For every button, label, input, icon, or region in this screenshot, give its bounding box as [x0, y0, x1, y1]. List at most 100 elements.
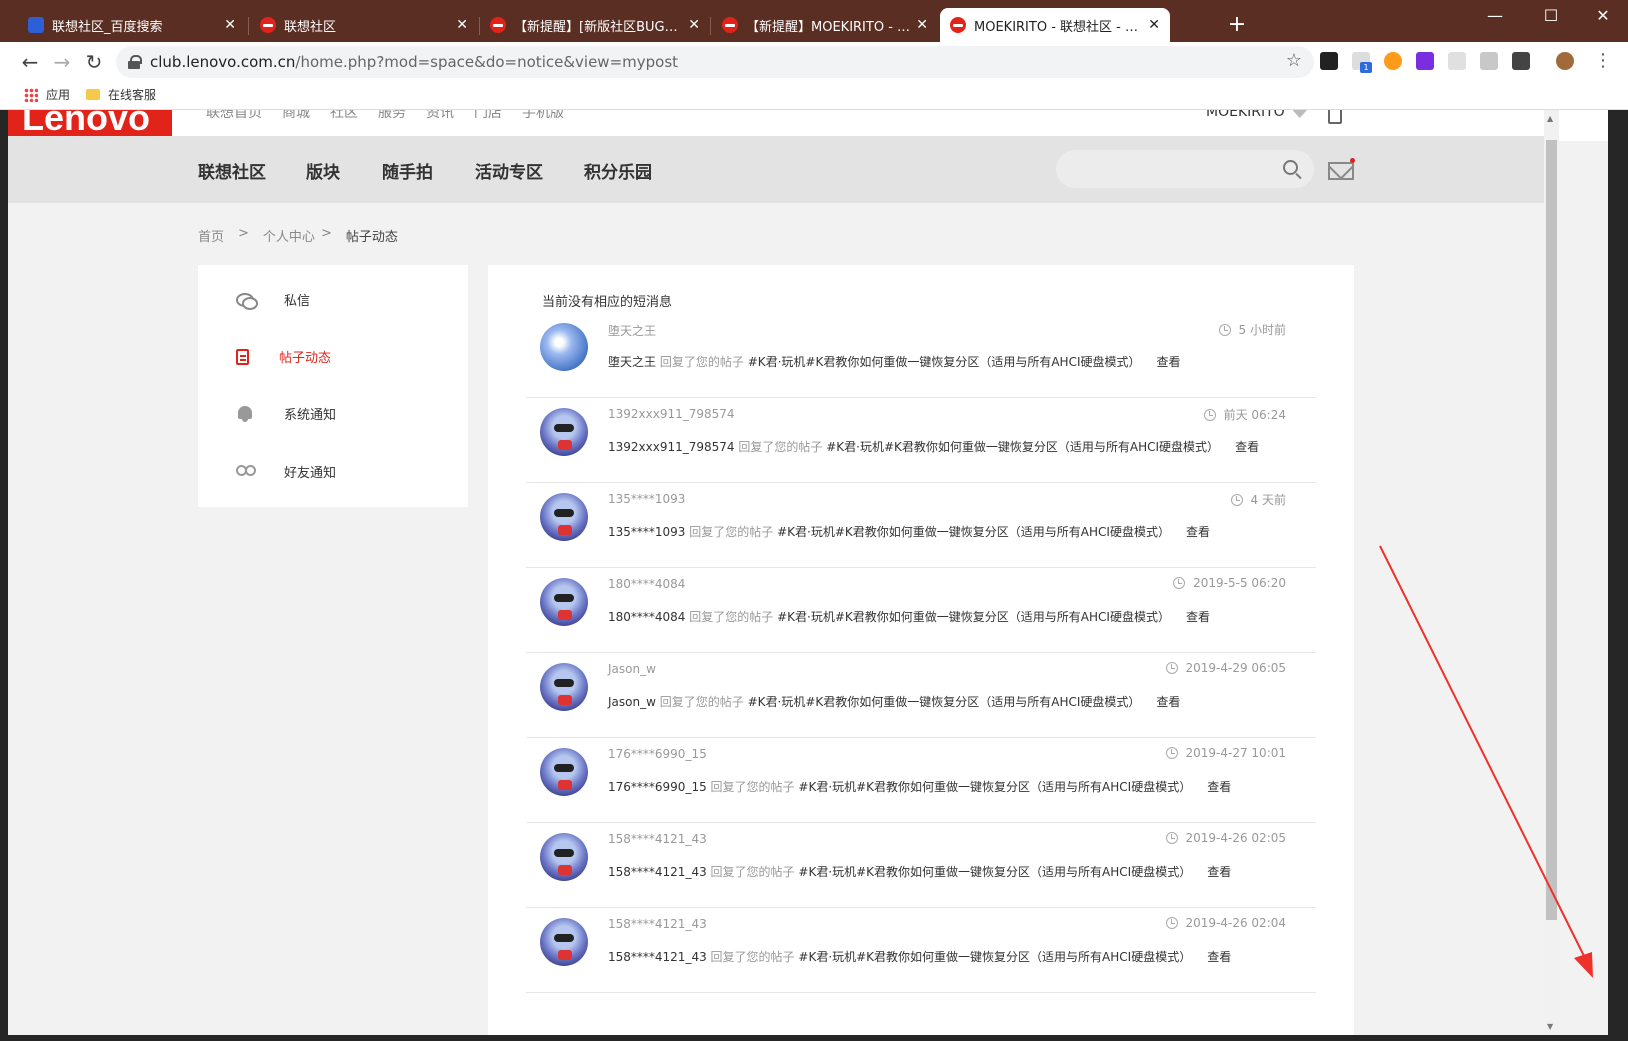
- notice-subject-link[interactable]: #K君·玩机#K君教你如何重做一键恢复分区（适用与所有AHCI硬盘模式）: [798, 780, 1191, 794]
- notice-subject-link[interactable]: #K君·玩机#K君教你如何重做一键恢复分区（适用与所有AHCI硬盘模式）: [748, 355, 1141, 369]
- top-link[interactable]: 服务: [378, 110, 406, 120]
- notice-username[interactable]: 158****4121_43: [608, 832, 707, 846]
- notice-subject-link[interactable]: #K君·玩机#K君教你如何重做一键恢复分区（适用与所有AHCI硬盘模式）: [777, 525, 1170, 539]
- notice-subject-link[interactable]: #K君·玩机#K君教你如何重做一键恢复分区（适用与所有AHCI硬盘模式）: [777, 610, 1170, 624]
- lock-icon[interactable]: [128, 55, 142, 69]
- apps-grid-icon: [24, 87, 38, 102]
- bookmark-service[interactable]: 在线客服: [86, 86, 156, 103]
- view-link[interactable]: 查看: [1207, 950, 1231, 964]
- avatar[interactable]: [540, 323, 588, 371]
- nav-item[interactable]: 积分乐园: [584, 158, 652, 183]
- search-icon[interactable]: [1283, 160, 1298, 175]
- new-tab-button[interactable]: +: [1222, 10, 1252, 40]
- sidebar-item-private-messages[interactable]: 私信: [236, 290, 310, 310]
- selenium-extension-icon[interactable]: [1512, 52, 1530, 70]
- avatar[interactable]: [540, 578, 588, 626]
- scrollbar-thumb[interactable]: [1546, 140, 1557, 920]
- notice-username[interactable]: 堕天之王: [608, 322, 656, 339]
- view-link[interactable]: 查看: [1235, 440, 1259, 454]
- maximize-window-icon[interactable]: ☐: [1528, 2, 1574, 30]
- notice-author[interactable]: 1392xxx911_798574: [608, 440, 735, 454]
- view-link[interactable]: 查看: [1156, 695, 1180, 709]
- extension-icon[interactable]: [1384, 52, 1402, 70]
- notice-author[interactable]: 158****4121_43: [608, 865, 707, 879]
- browser-tab[interactable]: 联想社区_百度搜索 ✕: [18, 8, 246, 42]
- notice-author[interactable]: 堕天之王: [608, 355, 656, 369]
- browser-tab[interactable]: 联想社区 ✕: [250, 8, 478, 42]
- notice-time-text: 4 天前: [1250, 493, 1286, 507]
- nav-item[interactable]: 联想社区: [198, 158, 266, 183]
- notice-username[interactable]: 135****1093: [608, 492, 685, 506]
- top-link[interactable]: 手机版: [522, 110, 564, 120]
- extension-icon[interactable]: [1416, 52, 1434, 70]
- address-bar[interactable]: club.lenovo.com.cn/home.php?mod=space&do…: [116, 46, 1314, 78]
- menu-kebab-icon[interactable]: ⋮: [1594, 50, 1612, 71]
- tab-close-icon[interactable]: ✕: [688, 17, 700, 33]
- notice-text: 158****4121_43 回复了您的帖子 #K君·玩机#K君教你如何重做一键…: [608, 948, 1231, 965]
- browser-tab[interactable]: 【新提醒】MOEKIRITO - 联想社 ✕: [712, 8, 938, 42]
- avatar[interactable]: [540, 918, 588, 966]
- sidebar-item-post-activity[interactable]: 帖子动态: [236, 347, 331, 366]
- view-link[interactable]: 查看: [1207, 865, 1231, 879]
- avatar[interactable]: [540, 833, 588, 881]
- notice-username[interactable]: Jason_w: [608, 662, 656, 676]
- tab-close-icon[interactable]: ✕: [1148, 17, 1160, 33]
- back-arrow-icon[interactable]: ←: [18, 50, 42, 74]
- mobile-icon[interactable]: [1328, 110, 1342, 124]
- avatar[interactable]: [540, 493, 588, 541]
- scroll-up-icon[interactable]: ▲: [1547, 114, 1553, 123]
- notice-subject-link[interactable]: #K君·玩机#K君教你如何重做一键恢复分区（适用与所有AHCI硬盘模式）: [826, 440, 1219, 454]
- notice-author[interactable]: Jason_w: [608, 695, 656, 709]
- scroll-down-icon[interactable]: ▼: [1547, 1022, 1553, 1031]
- notice-author[interactable]: 158****4121_43: [608, 950, 707, 964]
- breadcrumb-link[interactable]: 个人中心: [263, 226, 315, 245]
- notice-author[interactable]: 180****4084: [608, 610, 685, 624]
- top-link[interactable]: 社区: [330, 110, 358, 120]
- view-link[interactable]: 查看: [1186, 610, 1210, 624]
- notice-username[interactable]: 158****4121_43: [608, 917, 707, 931]
- forward-arrow-icon[interactable]: →: [50, 50, 74, 74]
- tab-close-icon[interactable]: ✕: [916, 17, 928, 33]
- notice-username[interactable]: 176****6990_15: [608, 747, 707, 761]
- breadcrumb-link[interactable]: 首页: [198, 226, 224, 245]
- bookmark-star-icon[interactable]: ☆: [1286, 50, 1302, 71]
- nav-item[interactable]: 版块: [306, 158, 340, 183]
- top-link[interactable]: 商城: [282, 110, 310, 120]
- extension-icon[interactable]: [1320, 52, 1338, 70]
- view-link[interactable]: 查看: [1186, 525, 1210, 539]
- notice-username[interactable]: 180****4084: [608, 577, 685, 591]
- sidebar-item-friend-notices[interactable]: 好友通知: [236, 462, 336, 481]
- search-input[interactable]: [1056, 150, 1314, 188]
- notice-time: 5 小时前: [1218, 321, 1286, 338]
- avatar[interactable]: [540, 663, 588, 711]
- notice-author[interactable]: 176****6990_15: [608, 780, 707, 794]
- top-link[interactable]: 资讯: [426, 110, 454, 120]
- tab-close-icon[interactable]: ✕: [224, 17, 236, 33]
- view-link[interactable]: 查看: [1157, 355, 1181, 369]
- profile-avatar[interactable]: [1556, 52, 1574, 70]
- reload-icon[interactable]: ↻: [82, 50, 106, 74]
- notice-subject-link[interactable]: #K君·玩机#K君教你如何重做一键恢复分区（适用与所有AHCI硬盘模式）: [798, 865, 1191, 879]
- notice-author[interactable]: 135****1093: [608, 525, 685, 539]
- top-link[interactable]: 联想首页: [206, 110, 262, 120]
- minimize-window-icon[interactable]: —: [1472, 2, 1518, 30]
- mail-icon[interactable]: [1328, 162, 1354, 180]
- sidebar-item-system-notices[interactable]: 系统通知: [236, 404, 336, 423]
- browser-tab-active[interactable]: MOEKIRITO - 联想社区 - Power ✕: [940, 8, 1170, 42]
- avatar[interactable]: [540, 408, 588, 456]
- top-link[interactable]: 门店: [474, 110, 502, 120]
- tab-close-icon[interactable]: ✕: [456, 17, 468, 33]
- notice-subject-link[interactable]: #K君·玩机#K君教你如何重做一键恢复分区（适用与所有AHCI硬盘模式）: [798, 950, 1191, 964]
- pdf-extension-icon[interactable]: [1448, 52, 1466, 70]
- user-menu[interactable]: MOEKIRITO: [1206, 110, 1307, 120]
- bookmark-apps[interactable]: 应用: [24, 86, 70, 103]
- extension-icon[interactable]: [1480, 52, 1498, 70]
- browser-tab[interactable]: 【新提醒】[新版社区BUG反馈]論 ✕: [480, 8, 710, 42]
- avatar[interactable]: [540, 748, 588, 796]
- notice-username[interactable]: 1392xxx911_798574: [608, 407, 735, 421]
- view-link[interactable]: 查看: [1207, 780, 1231, 794]
- nav-item[interactable]: 随手拍: [382, 158, 433, 183]
- notice-subject-link[interactable]: #K君·玩机#K君教你如何重做一键恢复分区（适用与所有AHCI硬盘模式）: [748, 695, 1141, 709]
- close-window-icon[interactable]: ✕: [1580, 2, 1626, 30]
- nav-item[interactable]: 活动专区: [475, 158, 543, 183]
